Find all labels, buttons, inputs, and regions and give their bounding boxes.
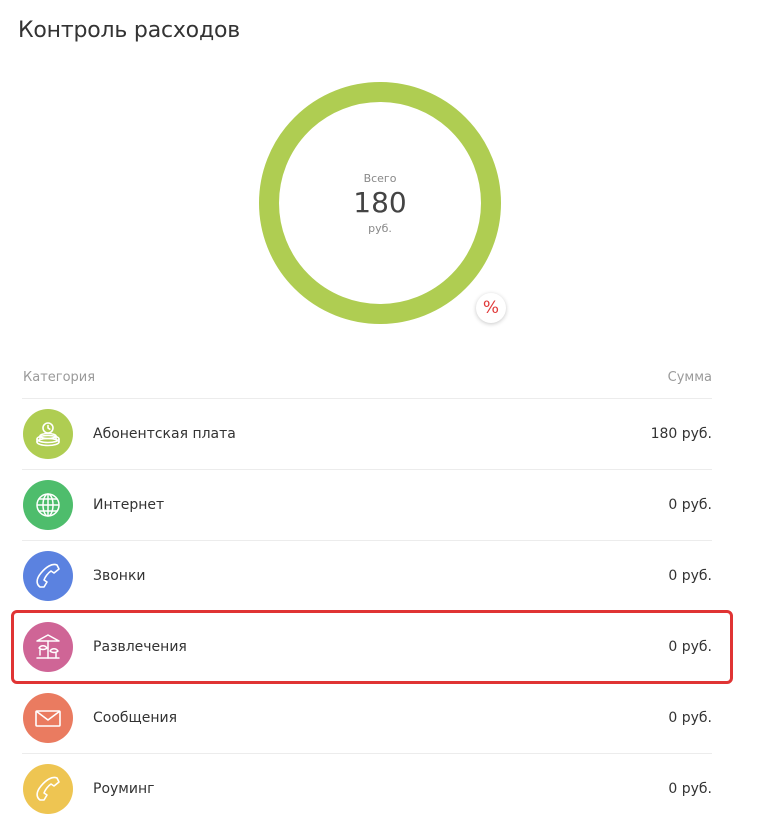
total-spending-donut: Всего 180 руб.: [259, 82, 501, 324]
category-amount: 0 руб.: [668, 710, 712, 726]
category-label: Интернет: [93, 497, 165, 513]
category-label: Развлечения: [93, 639, 187, 655]
total-unit: руб.: [368, 222, 392, 235]
column-header-sum: Сумма: [667, 370, 712, 385]
category-row-subscription-fee[interactable]: Абонентская плата 180 руб.: [22, 399, 712, 470]
coin-stack-icon: [23, 409, 73, 459]
category-label: Абонентская плата: [93, 426, 236, 442]
total-value: 180: [353, 186, 407, 219]
category-amount: 0 руб.: [668, 639, 712, 655]
category-amount: 0 руб.: [668, 781, 712, 797]
table-header: Категория Сумма: [22, 370, 712, 399]
carousel-icon: [23, 622, 73, 672]
category-row-messages[interactable]: Сообщения 0 руб.: [22, 683, 712, 754]
envelope-icon: [23, 693, 73, 743]
phone-icon: [23, 551, 73, 601]
phone-icon: [23, 764, 73, 814]
page-title: Контроль расходов: [18, 18, 240, 43]
category-amount: 0 руб.: [668, 568, 712, 584]
category-row-entertainment[interactable]: Развлечения 0 руб.: [22, 612, 712, 683]
percent-toggle-button[interactable]: %: [476, 293, 506, 323]
globe-icon: [23, 480, 73, 530]
category-row-calls[interactable]: Звонки 0 руб.: [22, 541, 712, 612]
category-row-roaming[interactable]: Роуминг 0 руб.: [22, 754, 712, 824]
category-amount: 0 руб.: [668, 497, 712, 513]
category-label: Сообщения: [93, 710, 178, 726]
expense-category-list: Абонентская плата 180 руб. Интернет 0 ру…: [22, 399, 712, 824]
category-amount: 180 руб.: [650, 426, 712, 442]
donut-center: Всего 180 руб.: [259, 82, 501, 324]
total-label: Всего: [363, 172, 397, 185]
category-label: Роуминг: [93, 781, 155, 797]
category-row-internet[interactable]: Интернет 0 руб.: [22, 470, 712, 541]
category-label: Звонки: [93, 568, 146, 584]
column-header-category: Категория: [23, 370, 96, 385]
